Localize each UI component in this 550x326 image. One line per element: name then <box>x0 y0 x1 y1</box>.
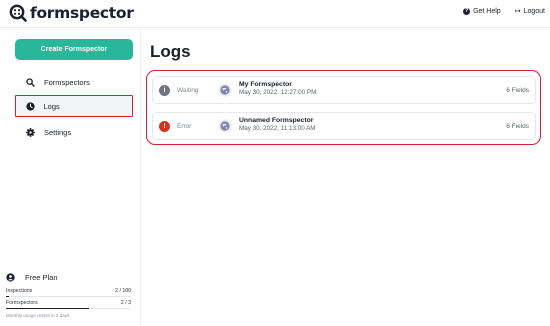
log-row[interactable]: i Waiting My Formspector May 30, 2022, 1… <box>152 76 536 104</box>
log-row[interactable]: ! Error Unnamed Formspector May 30, 2022… <box>152 112 536 140</box>
help-icon: ? <box>463 7 471 15</box>
user-icon <box>6 273 15 282</box>
error-icon: ! <box>159 120 170 132</box>
page-title: Logs <box>150 42 191 61</box>
create-formspector-button[interactable]: Create Formspector <box>15 39 133 60</box>
sidebar-item-label: Settings <box>44 127 72 137</box>
log-date: May 30, 2022, 12:27:00 PM <box>239 89 317 96</box>
sidebar: Create Formspector Formspectors Logs Set… <box>0 29 141 326</box>
logo-icon <box>9 4 27 22</box>
inspections-value: 2 / 100 <box>115 288 131 294</box>
log-form-name: Unnamed Formspector <box>239 117 314 124</box>
formspectors-value: 2 / 3 <box>120 300 131 307</box>
inspections-progress <box>6 295 131 298</box>
get-help-label: Get Help <box>473 7 501 15</box>
info-icon: i <box>159 84 170 96</box>
inspections-label: Inspections <box>6 288 33 294</box>
log-form-name: My Formspector <box>239 81 292 88</box>
logout-button[interactable]: ↦ Logout <box>514 7 545 16</box>
logout-label: Logout <box>523 7 545 15</box>
formspectors-label: Formspectors <box>6 300 38 307</box>
logo-text: formspector <box>30 4 134 22</box>
log-date: May 30, 2022, 11:13:00 AM <box>239 125 316 132</box>
logs-list: i Waiting My Formspector May 30, 2022, 1… <box>146 70 541 145</box>
get-help-button[interactable]: ? Get Help <box>463 7 501 15</box>
sidebar-item-label: Logs <box>43 101 60 111</box>
plan-name: Free Plan <box>25 273 58 282</box>
gear-icon <box>26 127 35 137</box>
logo[interactable]: formspector <box>9 4 134 22</box>
clock-icon <box>25 101 35 111</box>
log-fields-count: 6 Fields <box>506 122 529 130</box>
plan-usage: Free Plan Inspections 2 / 100 Formspecto… <box>6 273 131 318</box>
sidebar-item-formspectors[interactable]: Formspectors <box>15 71 133 93</box>
search-icon <box>26 77 35 87</box>
log-fields-count: 6 Fields <box>506 86 529 94</box>
formspectors-progress <box>6 307 131 310</box>
sidebar-item-label: Formspectors <box>44 77 90 87</box>
logout-icon: ↦ <box>514 8 521 15</box>
sidebar-item-logs[interactable]: Logs <box>15 95 133 117</box>
sidebar-item-settings[interactable]: Settings <box>15 121 133 143</box>
log-status: Error <box>177 122 192 130</box>
top-bar: formspector ? Get Help ↦ Logout <box>0 0 550 28</box>
globe-icon <box>218 83 232 97</box>
globe-icon <box>218 119 232 133</box>
log-status: Waiting <box>177 86 199 94</box>
usage-reset-note: Monthly usage resets in 2 days <box>6 313 70 319</box>
